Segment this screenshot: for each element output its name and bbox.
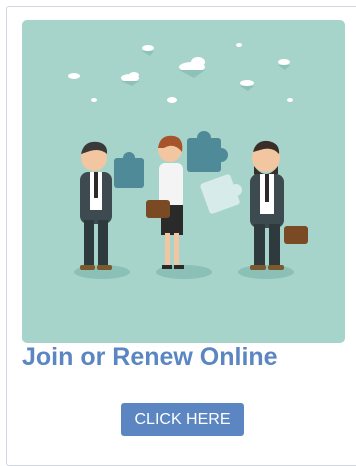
page-title: Join or Renew Online [22,343,278,371]
hero-illustration [22,20,345,343]
business-team-puzzle-icon [68,43,308,279]
click-here-button[interactable]: CLICK HERE [121,403,244,436]
